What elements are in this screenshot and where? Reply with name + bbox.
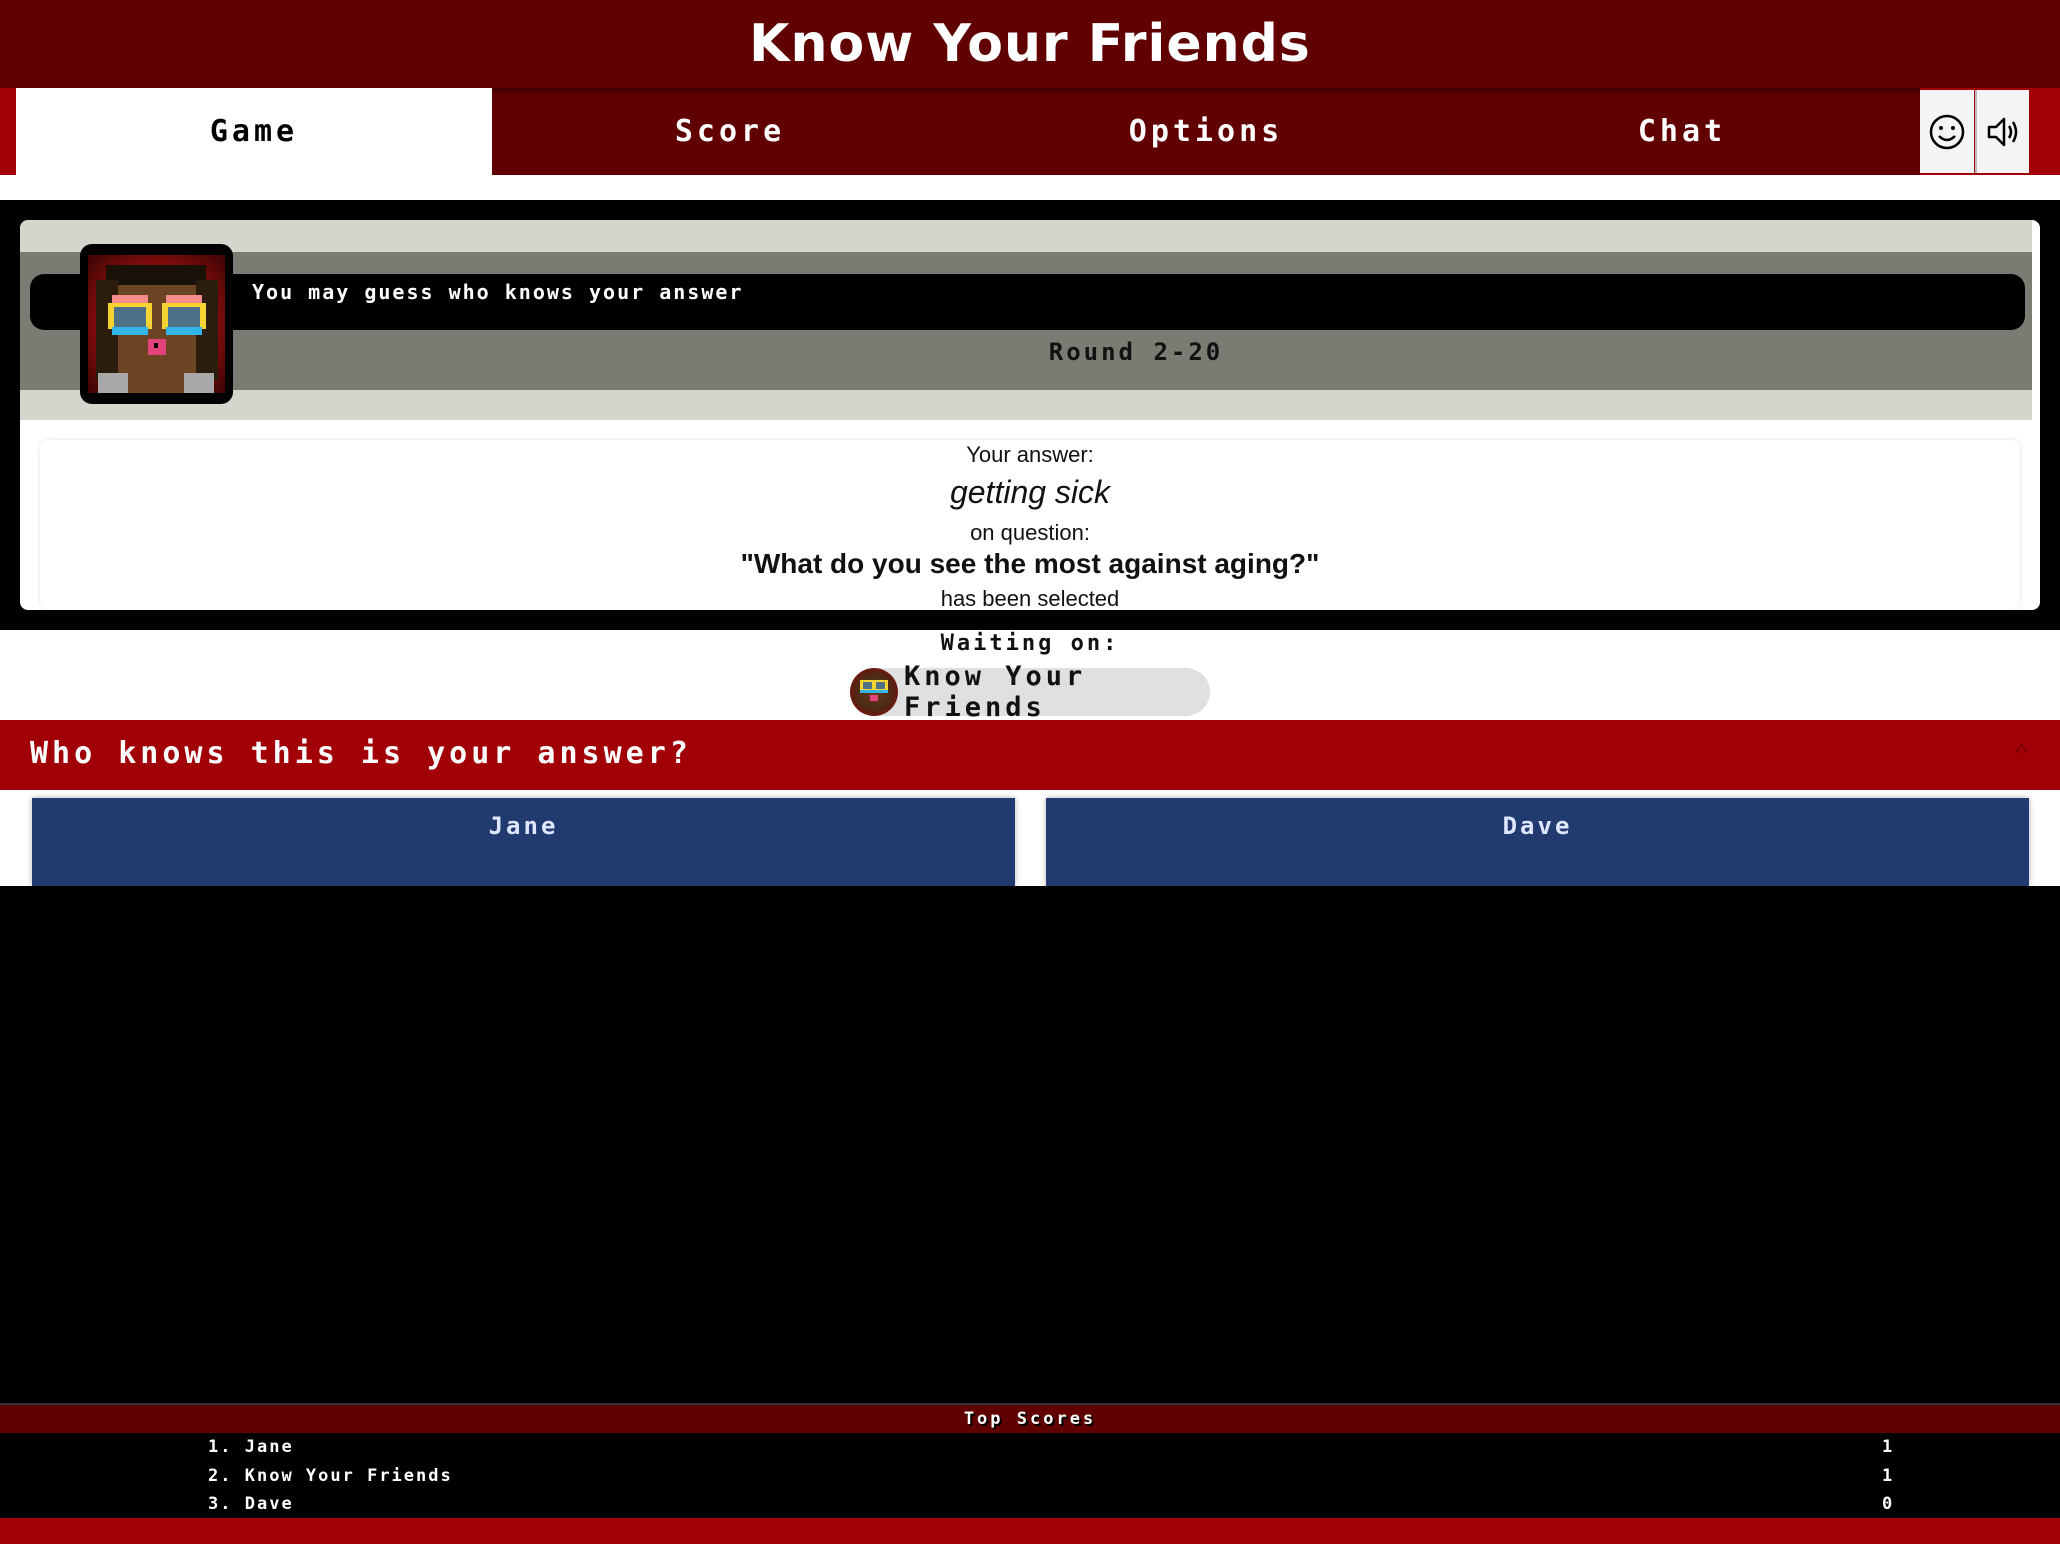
score-name: Know Your Friends xyxy=(244,1465,453,1486)
score-value: 0 xyxy=(1882,1494,1895,1514)
score-player: 2. Know Your Friends xyxy=(208,1466,453,1486)
speaker-volume-icon xyxy=(1987,117,2018,146)
tab-chat[interactable]: Chat xyxy=(1444,88,1920,175)
waiting-player-name: Know Your Friends xyxy=(904,661,1087,723)
answer-text: getting sick xyxy=(949,474,1111,510)
player-avatar xyxy=(80,244,233,404)
spacer xyxy=(0,175,2060,200)
selected-label: has been selected xyxy=(940,586,1120,610)
tab-options[interactable]: Options xyxy=(968,88,1444,175)
footer-bar xyxy=(0,1518,2060,1544)
tab-bar: Game Score Options Chat xyxy=(0,88,2060,175)
score-player: 3. Dave xyxy=(208,1494,294,1514)
round-indicator: Round 2-20 xyxy=(1048,338,1224,366)
score-value: 1 xyxy=(1882,1437,1895,1457)
tab-game[interactable]: Game xyxy=(16,88,492,175)
status-message-bar: You may guess who knows your answer xyxy=(30,274,2025,330)
waiting-player-avatar xyxy=(850,668,898,716)
player-name: Jane xyxy=(488,812,559,840)
status-card: You may guess who knows your answer Roun… xyxy=(20,220,2040,610)
score-value: 1 xyxy=(1882,1465,1895,1486)
player-name: Dave xyxy=(1502,812,1573,840)
score-rank: 3. xyxy=(208,1494,233,1514)
smiley-icon xyxy=(1929,114,1965,149)
question-label: on question: xyxy=(970,520,1090,545)
guess-player-list: Jane Dave xyxy=(0,790,2060,886)
sound-button[interactable] xyxy=(1975,90,2029,173)
answer-summary: Your answer: getting sick on question: "… xyxy=(40,440,2020,610)
app-header: Know Your Friends xyxy=(0,0,2060,88)
score-rank: 1. xyxy=(208,1437,233,1457)
game-panel: You may guess who knows your answer Roun… xyxy=(0,200,2060,630)
avatar-pixel-art xyxy=(88,255,225,393)
score-name: Dave xyxy=(244,1494,294,1514)
score-name: Jane xyxy=(244,1437,294,1457)
app-title: Know Your Friends xyxy=(749,14,1311,74)
score-row: 1. Jane 1 xyxy=(0,1433,2060,1462)
chevron-up-icon[interactable]: ⌃ xyxy=(2013,738,2030,771)
score-row: 2. Know Your Friends 1 xyxy=(0,1462,2060,1491)
score-player: 1. Jane xyxy=(208,1437,294,1457)
status-banner: You may guess who knows your answer Roun… xyxy=(20,220,2032,420)
emoji-button[interactable] xyxy=(1920,90,1974,173)
score-rank: 2. xyxy=(208,1465,233,1486)
question-text: "What do you see the most against aging?… xyxy=(740,548,1320,579)
tab-score[interactable]: Score xyxy=(492,88,968,175)
waiting-section: Waiting on: Know Your Friends xyxy=(0,630,2060,723)
waiting-label: Waiting on: xyxy=(940,631,1120,656)
answer-label: Your answer: xyxy=(966,442,1094,467)
top-scores: Top Scores 1. Jane 1 2. Know Your Friend… xyxy=(0,1403,2060,1544)
score-row: 3. Dave 0 xyxy=(0,1490,2060,1519)
status-message: You may guess who knows your answer xyxy=(252,280,744,304)
guess-section-header: Who knows this is your answer? ⌃ xyxy=(0,720,2060,790)
waiting-player-chip: Know Your Friends xyxy=(850,661,1210,723)
guess-section-title: Who knows this is your answer? xyxy=(30,736,692,771)
player-card-dave[interactable]: Dave xyxy=(1046,798,2029,886)
top-scores-title: Top Scores xyxy=(0,1405,2060,1433)
player-card-jane[interactable]: Jane xyxy=(32,798,1015,886)
